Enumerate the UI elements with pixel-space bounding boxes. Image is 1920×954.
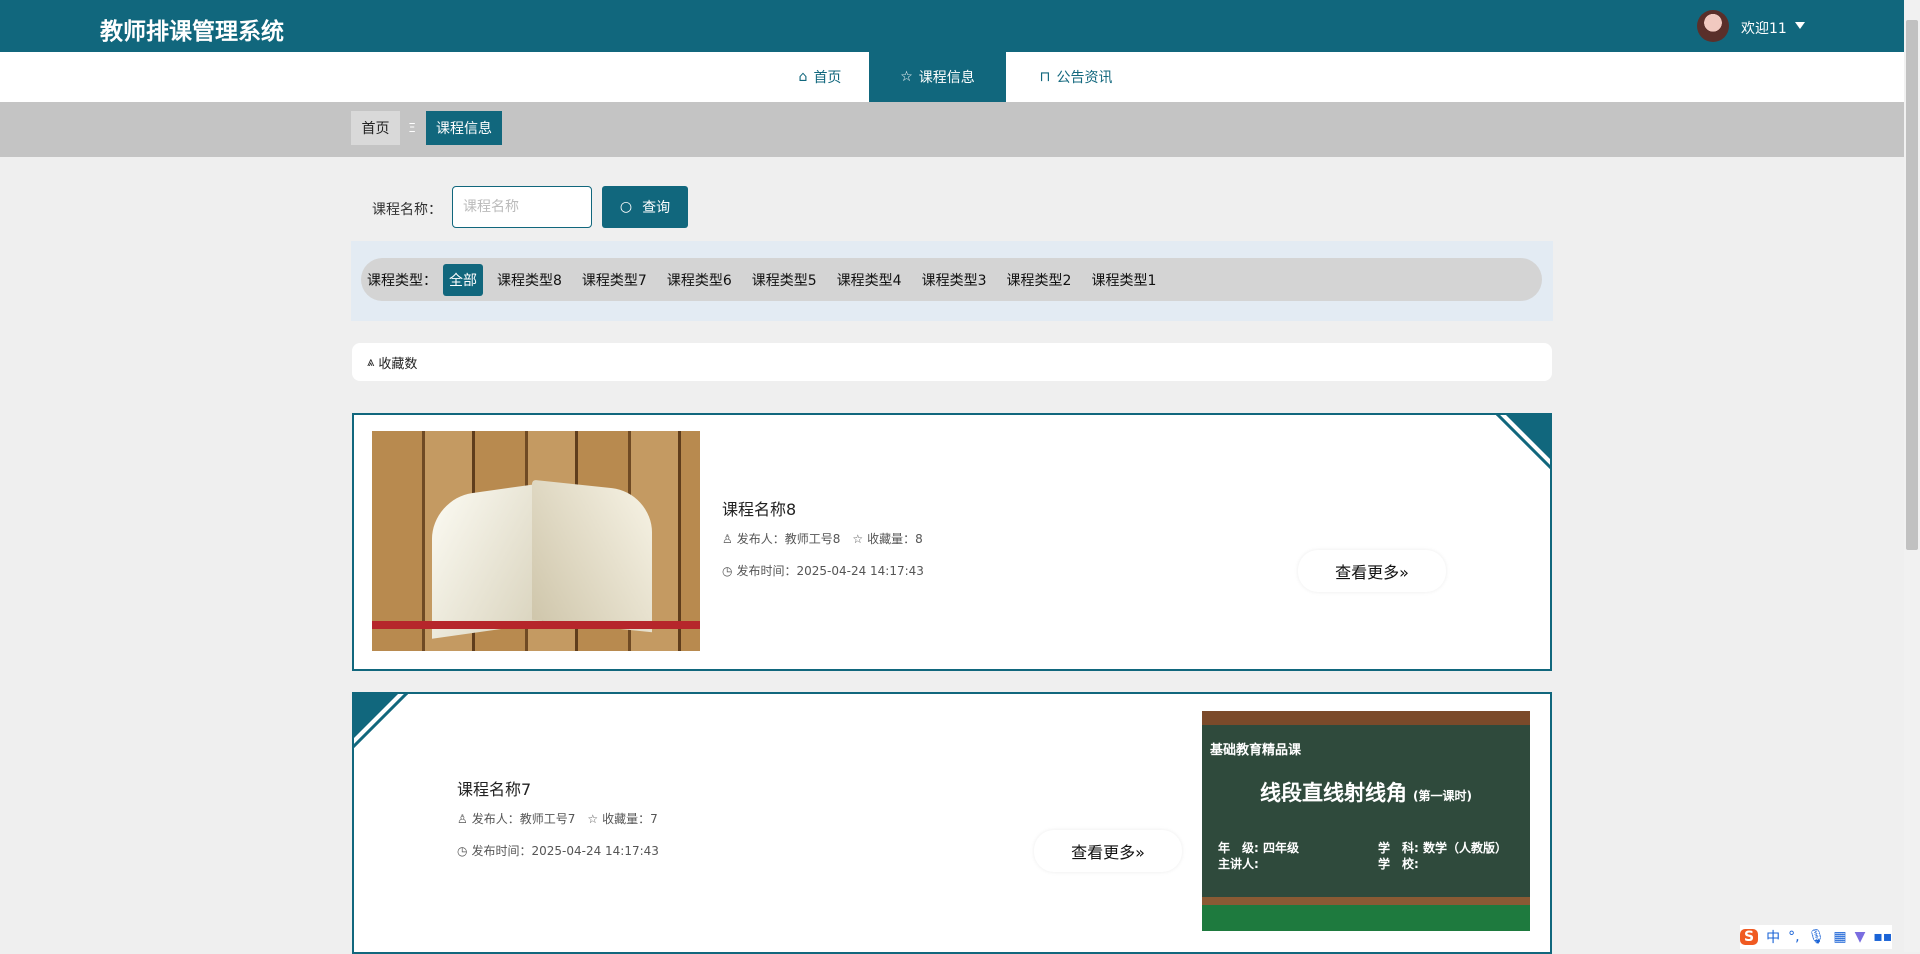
caret-down-icon[interactable] — [1795, 22, 1805, 29]
nav-announcements[interactable]: ⊓ 公告资讯 — [1026, 52, 1126, 102]
course-card[interactable]: 课程名称8 ♙ 发布人：教师工号8 ☆ 收藏量：8 ◷ 发布时间：2025-04-24 … — [352, 413, 1552, 671]
course-name-input[interactable] — [452, 186, 592, 228]
star-icon: ☆ — [852, 531, 864, 546]
filter-type-8[interactable]: 课程类型8 — [491, 264, 568, 296]
user-icon: ♙ — [457, 811, 468, 826]
sort-icon: ⩓ — [367, 354, 375, 370]
publish-time: 发布时间：2025-04-24 14:17:43 — [471, 844, 659, 858]
course-card[interactable]: 课程名称7 ♙ 发布人：教师工号7 ☆ 收藏量：7 ◷ 发布时间：2025-04-24 … — [352, 692, 1552, 954]
search-button[interactable]: ○ 查询 — [602, 186, 688, 228]
microphone-icon[interactable]: 🎙 — [1808, 929, 1826, 945]
corner-decoration — [354, 694, 408, 748]
filter-type-2[interactable]: 课程类型2 — [1001, 264, 1078, 296]
image-text: 年 级: 四年级 — [1218, 841, 1299, 855]
image-part: (第一课时) — [1413, 789, 1472, 803]
publisher: 发布人：教师工号8 — [736, 532, 841, 546]
breadcrumb-separator: Ξ — [408, 121, 416, 135]
search-icon: ○ — [619, 199, 633, 215]
search-button-label: 查询 — [642, 200, 671, 216]
favorites-count: 收藏量：8 — [867, 532, 923, 546]
top-header — [0, 0, 1904, 52]
nav-label: 公告资讯 — [1056, 70, 1113, 86]
course-title[interactable]: 课程名称7 — [457, 776, 531, 800]
course-image[interactable]: 基础教育精品课 线段直线射线角 (第一课时) 年 级: 四年级 学 科: 数学（人… — [1202, 711, 1530, 931]
ime-mode[interactable]: 中 — [1766, 927, 1780, 947]
sort-by-favorites[interactable]: ⩓ 收藏数 — [352, 343, 1552, 381]
ime-punctuation[interactable]: °, — [1788, 929, 1799, 945]
nav-course-info[interactable]: ☆ 课程信息 — [869, 52, 1006, 102]
breadcrumb — [0, 102, 1904, 157]
filter-all[interactable]: 全部 — [443, 263, 483, 296]
welcome-user-menu[interactable]: 欢迎11 — [1741, 18, 1787, 38]
course-time: ◷ 发布时间：2025-04-24 14:17:43 — [722, 562, 924, 579]
nav-label: 课程信息 — [918, 70, 975, 86]
star-icon: ☆ — [900, 69, 913, 85]
user-icon: ♙ — [722, 531, 733, 546]
image-text: 基础教育精品课 — [1210, 743, 1302, 758]
filter-type-4[interactable]: 课程类型4 — [831, 264, 908, 296]
publisher: 发布人：教师工号7 — [471, 812, 576, 826]
filter-type-1[interactable]: 课程类型1 — [1085, 264, 1162, 296]
site-title: 教师排课管理系统 — [100, 19, 284, 45]
view-more-button[interactable]: 查看更多» — [1298, 550, 1446, 592]
nav-label: 首页 — [813, 70, 842, 86]
course-meta: ♙ 发布人：教师工号8 ☆ 收藏量：8 — [722, 530, 923, 547]
scrollbar-thumb[interactable] — [1906, 20, 1918, 550]
filter-label: 课程类型： — [367, 272, 437, 289]
breadcrumb-current[interactable]: 课程信息 — [426, 111, 502, 145]
sogou-logo-icon: S — [1740, 929, 1759, 945]
filter-type-6[interactable]: 课程类型6 — [661, 264, 738, 296]
course-title[interactable]: 课程名称8 — [722, 496, 796, 520]
filter-type-3[interactable]: 课程类型3 — [916, 264, 993, 296]
star-icon: ☆ — [587, 811, 599, 826]
nav-home[interactable]: ⌂ 首页 — [780, 52, 860, 102]
search-label: 课程名称： — [372, 202, 442, 218]
publish-time: 发布时间：2025-04-24 14:17:43 — [736, 564, 924, 578]
ime-toolbar[interactable]: S 中 °, 🎙 ▦ ▼ ▪▪ — [1740, 925, 1893, 949]
keyboard-icon[interactable]: ▦ — [1833, 929, 1846, 945]
apps-icon[interactable]: ▪▪ — [1873, 929, 1892, 945]
skin-icon[interactable]: ▼ — [1855, 929, 1866, 945]
course-image[interactable] — [372, 431, 700, 651]
view-more-button[interactable]: 查看更多» — [1034, 830, 1182, 872]
image-text: 线段直线射线角 (第一课时) — [1260, 777, 1472, 807]
favorites-count: 收藏量：7 — [602, 812, 658, 826]
sort-label: 收藏数 — [378, 356, 418, 372]
image-text: 学 校: — [1378, 857, 1419, 871]
home-icon: ⌂ — [798, 69, 808, 85]
avatar[interactable] — [1697, 10, 1729, 42]
image-text: 学 科: 数学（人教版） — [1378, 841, 1507, 855]
course-meta: ♙ 发布人：教师工号7 ☆ 收藏量：7 — [457, 810, 658, 827]
course-time: ◷ 发布时间：2025-04-24 14:17:43 — [457, 842, 659, 859]
clock-icon: ◷ — [457, 843, 468, 858]
clock-icon: ◷ — [722, 563, 733, 578]
filter-type-7[interactable]: 课程类型7 — [576, 264, 653, 296]
image-text: 主讲人: — [1218, 857, 1259, 871]
corner-decoration — [1496, 415, 1550, 469]
course-type-filter: 课程类型： 全部 课程类型8 课程类型7 课程类型6 课程类型5 课程类型4 课… — [361, 258, 1542, 301]
image-lesson: 线段直线射线角 — [1260, 781, 1407, 805]
filter-type-5[interactable]: 课程类型5 — [746, 264, 823, 296]
breadcrumb-home[interactable]: 首页 — [351, 111, 400, 145]
bag-icon: ⊓ — [1039, 69, 1051, 85]
